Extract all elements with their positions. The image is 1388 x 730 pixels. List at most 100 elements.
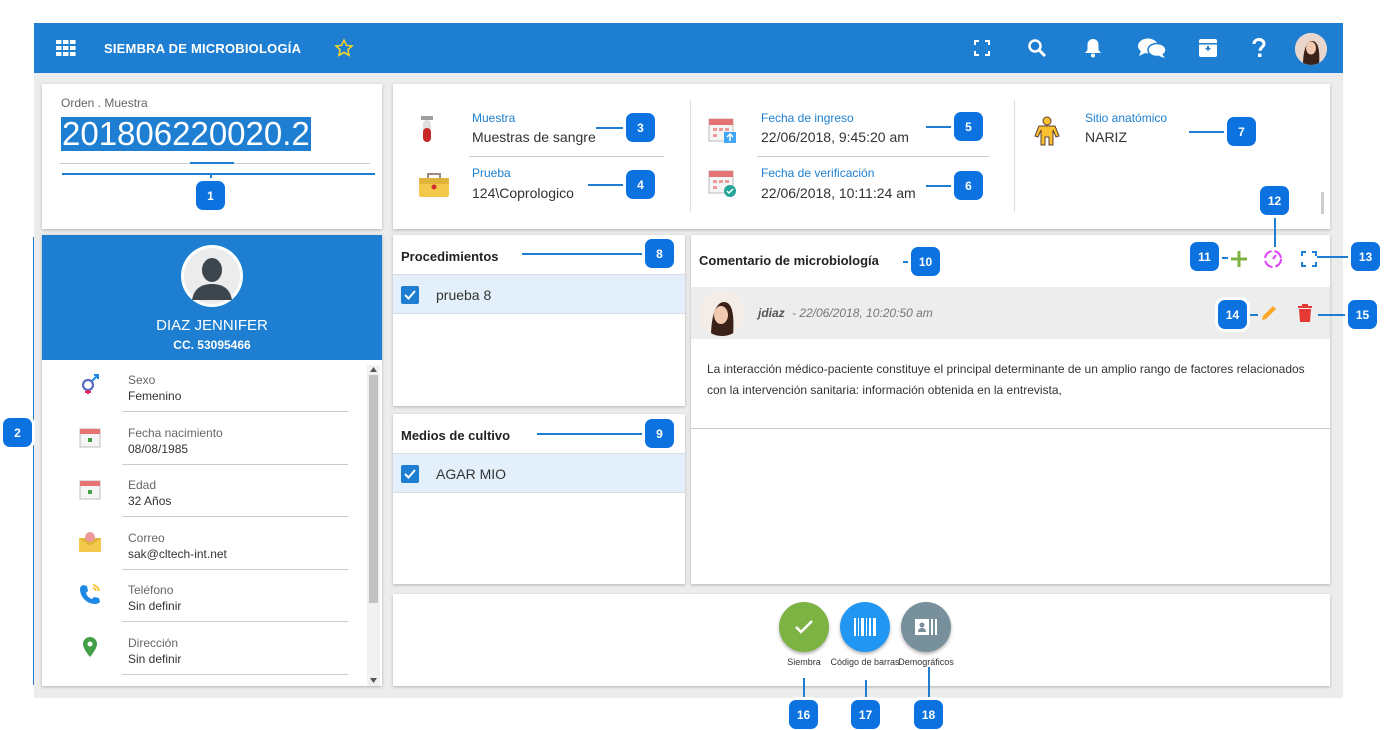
callout-line-18: [928, 667, 930, 700]
patient-id: CC. 53095466: [173, 338, 251, 352]
callout-badge-17: 17: [851, 700, 880, 729]
patient-field-value: Femenino: [128, 389, 182, 403]
scrollbar-track[interactable]: [367, 365, 380, 686]
search-icon[interactable]: [1025, 36, 1049, 60]
procedimiento-label: prueba 8: [436, 287, 492, 303]
patient-card: DIAZ JENNIFER CC. 53095466 Sexo Femenino F…: [42, 235, 382, 686]
patient-field-value: sak@cltech-int.net: [128, 546, 227, 561]
callout-badge-3: 3: [626, 113, 655, 142]
callout-line-1: [62, 173, 375, 175]
callout-line-2: [33, 237, 34, 685]
comment-divider: [691, 428, 1330, 429]
barcode-icon: [854, 618, 876, 636]
id-card-icon: [915, 619, 937, 635]
callout-line-16: [803, 678, 805, 700]
callout-badge-11: 11: [1190, 242, 1219, 271]
patient-field-value: 32 Años: [128, 494, 172, 508]
top-bar: SIEMBRA DE MICROBIOLOGÍA: [34, 23, 1343, 73]
gender-icon: [78, 372, 102, 396]
comment-date: - 22/06/2018, 10:20:50 am: [792, 306, 933, 320]
callout-badge-2: 2: [3, 418, 32, 447]
callout-badge-12: 12: [1260, 186, 1289, 215]
scrollbar-thumb[interactable]: [369, 375, 378, 603]
muestra-value: Muestras de sangre: [472, 129, 596, 145]
fullscreen-icon[interactable]: [970, 36, 994, 60]
edit-pencil-icon[interactable]: [1257, 301, 1281, 325]
callout-badge-9: 9: [645, 419, 674, 448]
callout-line-15: [1318, 314, 1348, 316]
person-icon: [184, 248, 240, 304]
callout-line-10: [903, 261, 911, 263]
callout-line-13: [1317, 256, 1351, 258]
calendar-icon: [78, 425, 102, 449]
order-value[interactable]: 201806220020.2: [61, 117, 311, 151]
order-label: Orden . Muestra: [61, 96, 148, 110]
column-divider-2: [1014, 100, 1015, 212]
medio-label: AGAR MIO: [436, 466, 507, 482]
user-avatar[interactable]: [1295, 33, 1327, 65]
comment-avatar: [699, 290, 745, 336]
sitio-value: NARIZ: [1085, 129, 1127, 145]
patient-info-row: Edad 32 Años: [42, 465, 382, 517]
actions-card: Siembra Código de barras Demográficos: [393, 594, 1330, 686]
scroll-up-icon[interactable]: [370, 367, 377, 372]
ingreso-divider: [757, 156, 989, 157]
ingreso-label: Fecha de ingreso: [761, 111, 854, 125]
sample-info-card: Muestra Muestras de sangre Prueba 124\Co…: [393, 84, 1330, 229]
demograficos-button[interactable]: [901, 602, 951, 652]
procedimientos-title: Procedimientos: [401, 249, 499, 264]
medios-title: Medios de cultivo: [401, 428, 511, 443]
callout-line-12: [1274, 214, 1276, 247]
muestra-divider: [469, 156, 664, 157]
calendar-icon: [78, 477, 102, 501]
callout-badge-10: 10: [911, 247, 940, 276]
procedimientos-card: Procedimientos prueba 8: [393, 235, 685, 406]
medio-row[interactable]: AGAR MIO: [393, 453, 685, 493]
comentario-title: Comentario de microbiología: [699, 253, 879, 268]
patient-info-list: Sexo Femenino Fecha nacimiento 08/08/1985 Ed…: [42, 360, 382, 686]
codigo-barras-button[interactable]: [840, 602, 890, 652]
scroll-down-icon[interactable]: [370, 678, 377, 683]
callout-line-6: [926, 185, 954, 187]
ingreso-value: 22/06/2018, 9:45:20 am: [761, 129, 909, 145]
calendar-check-icon: [707, 168, 737, 203]
delete-trash-icon[interactable]: [1293, 301, 1317, 325]
callout-badge-8: 8: [645, 239, 674, 268]
muestra-label: Muestra: [472, 111, 516, 125]
comentario-card: Comentario de microbiología jdiaz - 22/0…: [691, 235, 1330, 584]
callout-badge-1: 1: [196, 181, 225, 210]
bell-icon[interactable]: [1081, 36, 1105, 60]
comment-text: La interacción médico-paciente constituy…: [707, 362, 1305, 397]
clock-icon[interactable]: [1261, 247, 1285, 271]
chat-icon[interactable]: [1136, 36, 1168, 60]
patient-avatar: [181, 245, 243, 307]
checkbox-checked-icon[interactable]: [401, 465, 419, 483]
patient-header: DIAZ JENNIFER CC. 53095466: [42, 235, 382, 360]
row-divider: [122, 673, 348, 675]
resize-handle[interactable]: [1321, 192, 1324, 214]
patient-name: DIAZ JENNIFER: [156, 317, 268, 334]
patient-info-row: Correo sak@cltech-int.net: [42, 518, 382, 570]
procedimiento-row[interactable]: prueba 8: [393, 274, 685, 314]
patient-field-label: Sexo: [128, 373, 156, 387]
help-icon[interactable]: [1247, 36, 1271, 60]
callout-badge-18: 18: [914, 700, 943, 729]
callout-line-17: [865, 680, 867, 700]
callout-badge-5: 5: [954, 112, 983, 141]
app-window: SIEMBRA DE MICROBIOLOGÍA Orden . Muestra…: [34, 23, 1343, 698]
patient-info-row: Teléfono Sin definir: [42, 570, 382, 622]
checkbox-checked-icon[interactable]: [401, 286, 419, 304]
apps-grid-icon[interactable]: [54, 36, 78, 60]
callout-badge-16: 16: [789, 700, 818, 729]
star-icon[interactable]: [332, 36, 356, 60]
callout-badge-7: 7: [1227, 117, 1256, 146]
expand-icon[interactable]: [1297, 247, 1321, 271]
archive-icon[interactable]: [1196, 36, 1220, 60]
siembra-button[interactable]: [779, 602, 829, 652]
callout-line-11: [1218, 257, 1228, 259]
add-icon[interactable]: [1227, 247, 1251, 271]
calendar-in-icon: [707, 114, 737, 149]
patient-field-value: 08/08/1985: [128, 441, 189, 456]
patient-field-value: Sin definir: [128, 599, 182, 613]
location-icon: [78, 635, 102, 659]
